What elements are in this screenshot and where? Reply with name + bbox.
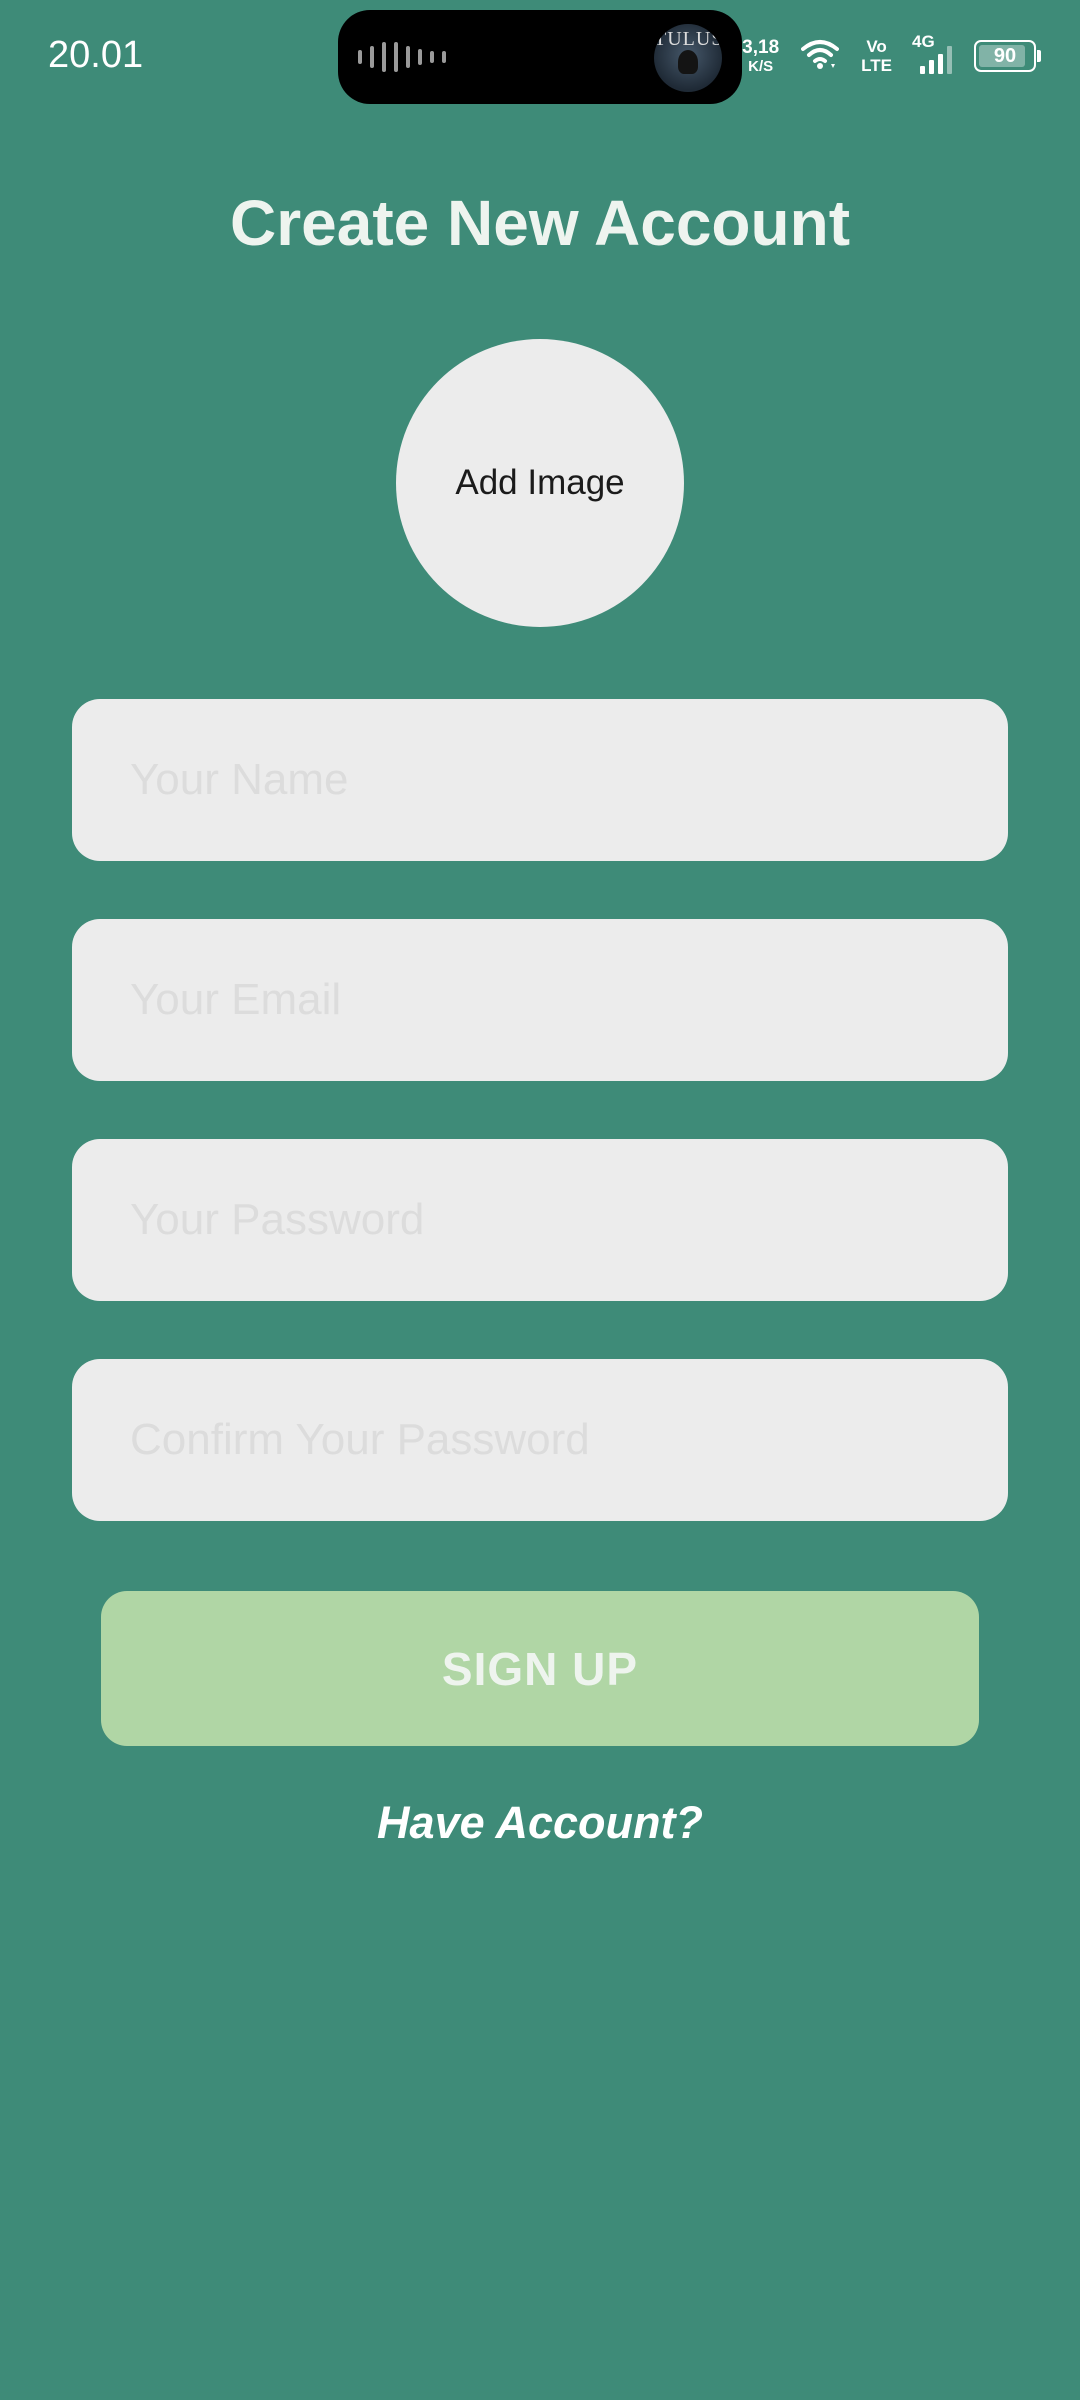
battery-level: 90	[993, 44, 1017, 67]
name-field[interactable]	[72, 699, 1008, 861]
network-type: 4G	[912, 32, 935, 51]
network-speed: 3,18 K/S	[742, 38, 779, 74]
volte-indicator: Vo LTE	[861, 38, 892, 74]
dynamic-island[interactable]: TULUS	[338, 10, 742, 104]
have-account-link[interactable]: Have Account?	[0, 1797, 1080, 1849]
media-avatar-text: TULUS	[654, 28, 722, 50]
status-time: 20.01	[48, 34, 144, 76]
network-speed-unit: K/S	[748, 58, 774, 75]
wifi-icon	[801, 38, 840, 75]
confirm-password-field[interactable]	[72, 1359, 1008, 1521]
network-speed-value: 3,18	[742, 37, 780, 58]
battery-icon: 90	[974, 40, 1041, 72]
add-image-button[interactable]: Add Image	[396, 339, 684, 627]
signal-icon: 4G	[912, 32, 952, 74]
page-title: Create New Account	[230, 187, 850, 259]
volte-bottom: LTE	[861, 56, 892, 75]
volte-top: Vo	[866, 37, 887, 56]
password-field[interactable]	[72, 1139, 1008, 1301]
status-icons: 3,18 K/S Vo LTE 4G 90	[742, 32, 1041, 78]
signup-button[interactable]: SIGN UP	[101, 1591, 979, 1746]
email-field[interactable]	[72, 919, 1008, 1081]
media-avatar: TULUS	[654, 24, 722, 92]
waveform-icon	[358, 40, 446, 74]
